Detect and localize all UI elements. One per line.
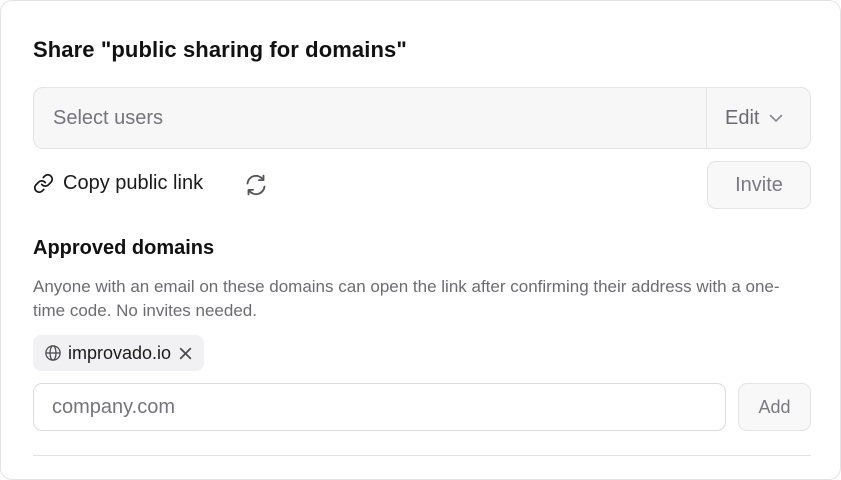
user-select-field: Edit — [33, 87, 811, 149]
domain-input[interactable] — [33, 383, 726, 431]
domain-chip: improvado.io — [33, 335, 205, 371]
approved-domains-description: Anyone with an email on these domains ca… — [33, 277, 780, 320]
invite-button[interactable]: Invite — [707, 161, 811, 209]
permission-dropdown[interactable]: Edit — [706, 88, 810, 148]
copy-public-link-button[interactable]: Copy public link — [33, 172, 203, 195]
dialog-title: Share "public sharing for domains" — [33, 37, 407, 62]
link-icon — [33, 173, 54, 194]
share-dialog: Share "public sharing for domains" Edit … — [0, 0, 841, 480]
select-users-input[interactable] — [34, 88, 706, 148]
copy-public-link-label: Copy public link — [63, 172, 204, 194]
domain-chip-label: improvado.io — [68, 342, 172, 363]
divider — [33, 455, 811, 456]
permission-value: Edit — [725, 106, 760, 129]
globe-icon — [44, 344, 62, 362]
refresh-icon[interactable] — [244, 173, 268, 197]
chevron-down-icon — [769, 114, 783, 123]
approved-domains-heading: Approved domains — [33, 237, 215, 259]
close-icon[interactable] — [179, 347, 192, 360]
add-domain-button[interactable]: Add — [738, 383, 811, 431]
